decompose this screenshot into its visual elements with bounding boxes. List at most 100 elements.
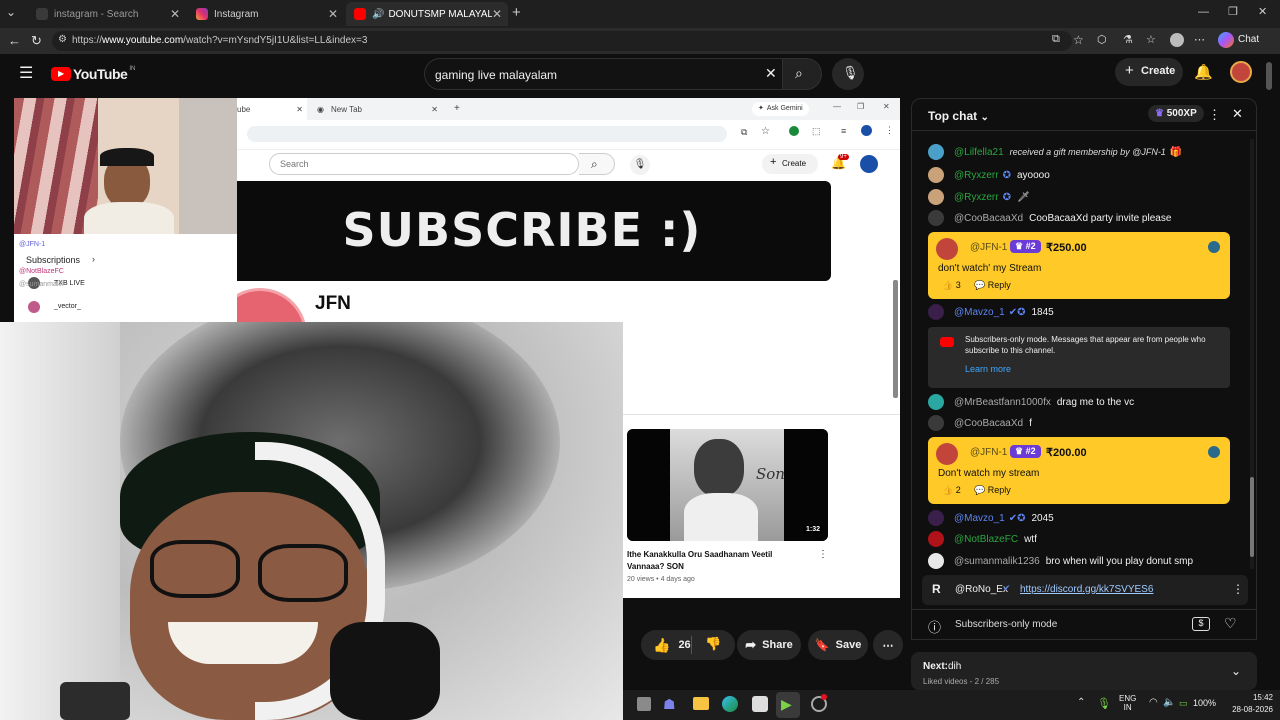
url-prefix: https:// bbox=[72, 35, 103, 46]
browser-tab-bar: ⌄ instagram - Search ✕ Instagram ✕ 🔊 DON… bbox=[0, 0, 1280, 28]
volume-icon[interactable]: 🔈 bbox=[1163, 697, 1175, 708]
super-chat-icon[interactable]: $ bbox=[1192, 617, 1210, 631]
chat-text: drag me to the vc bbox=[1056, 396, 1135, 408]
reply-button[interactable]: 💬 Reply bbox=[974, 485, 1011, 496]
super-chat-like[interactable]: 👍 2 bbox=[942, 485, 961, 496]
create-button[interactable]: + Create bbox=[1115, 58, 1183, 86]
discord-link[interactable]: https://discord.gg/kk7SVYES6 bbox=[1020, 584, 1153, 595]
tray-chevron-icon[interactable]: ⌃ bbox=[1077, 697, 1085, 708]
hamburger-menu-icon[interactable]: ☰ bbox=[19, 63, 33, 83]
chat-username[interactable]: @sumanmalik1236 bbox=[954, 556, 1040, 567]
task-view-icon[interactable] bbox=[637, 697, 651, 711]
share-button[interactable]: ➦ Share bbox=[737, 630, 801, 660]
new-tab-icon[interactable]: + bbox=[512, 4, 521, 21]
store-icon[interactable] bbox=[752, 696, 768, 712]
avatar bbox=[928, 167, 944, 183]
page-scrollbar[interactable] bbox=[1266, 62, 1272, 90]
rank-value: #2 bbox=[1025, 446, 1036, 456]
chat-username[interactable]: @Mavzo_1 bbox=[954, 513, 1005, 524]
install-app-icon[interactable]: ⧉ bbox=[1052, 33, 1060, 46]
learn-more-link[interactable]: Learn more bbox=[965, 364, 1011, 374]
tab-instagram[interactable]: Instagram ✕ bbox=[188, 2, 344, 26]
like-button[interactable]: 👍 26 👎 bbox=[641, 630, 735, 660]
chat-scrollbar[interactable] bbox=[1250, 477, 1254, 557]
avatar bbox=[928, 553, 944, 569]
subscribe-banner-text: SUBSCRIBE :) bbox=[342, 203, 702, 257]
video-meta: 20 views • 4 days ago bbox=[627, 576, 695, 583]
site-info-icon[interactable]: ⚙ bbox=[58, 34, 67, 45]
tab-youtube-active[interactable]: 🔊 DONUTSMP MALAYALAM DA ✕ bbox=[346, 2, 508, 26]
tab-list-icon[interactable]: ⌄ bbox=[6, 5, 16, 19]
expand-chevron-icon[interactable]: ⌄ bbox=[1231, 664, 1241, 678]
maximize-icon[interactable]: ❐ bbox=[1228, 5, 1238, 18]
file-explorer-icon[interactable] bbox=[693, 697, 709, 710]
favorites-icon[interactable]: ☆ bbox=[1146, 33, 1156, 46]
clock-date[interactable]: 28-08-2026 bbox=[1223, 705, 1273, 714]
reload-icon[interactable]: ↻ bbox=[31, 33, 42, 49]
close-chat-icon[interactable]: ✕ bbox=[1232, 106, 1243, 122]
url-field[interactable]: ⚙ https://www.youtube.com/watch?v=mYsndY… bbox=[52, 31, 1072, 51]
obs-app-icon[interactable]: ▶ bbox=[781, 696, 792, 713]
super-chat-username[interactable]: @JFN-1 bbox=[970, 242, 1007, 253]
search-button[interactable]: ⌕ bbox=[782, 58, 822, 90]
chat-message: @Mavzo_1 ✔✪ 1845 bbox=[928, 304, 1054, 320]
voice-search-button[interactable]: 🎙 bbox=[832, 58, 864, 90]
chat-mode-dropdown[interactable]: Top chat ⌄ bbox=[928, 109, 989, 123]
pinned-avatar-icon: R bbox=[932, 582, 941, 596]
super-chat-username[interactable]: @JFN-1 bbox=[970, 447, 1007, 458]
clock-time[interactable]: 15:42 bbox=[1235, 693, 1273, 702]
pinned-message: R @RoNo_Ex ✔ https://discord.gg/kk7SVYES… bbox=[922, 575, 1248, 605]
account-avatar[interactable] bbox=[1230, 61, 1252, 83]
minimize-icon[interactable]: — bbox=[1198, 6, 1209, 18]
heart-icon[interactable]: ♡ bbox=[1224, 615, 1237, 632]
close-tab-icon[interactable]: ✕ bbox=[328, 7, 338, 21]
chat-username[interactable]: @CooBacaaXd bbox=[954, 418, 1023, 429]
super-chat-like[interactable]: 👍 3 bbox=[942, 280, 961, 291]
thumbs-down-icon[interactable]: 👎 bbox=[705, 636, 721, 652]
like-count: 26 bbox=[678, 639, 691, 651]
playlist-next-bar[interactable]: Next: dih Liked videos - 2 / 285 ⌄ bbox=[911, 652, 1257, 690]
inner-create-button: + Create bbox=[762, 154, 818, 174]
collections-icon[interactable]: ⚗ bbox=[1123, 33, 1133, 46]
close-tab-icon[interactable]: ✕ bbox=[492, 7, 502, 21]
chat-username[interactable]: @Lilfella21 bbox=[954, 147, 1004, 158]
wifi-icon[interactable]: ◠ bbox=[1149, 697, 1158, 708]
more-menu-icon[interactable]: ⋯ bbox=[1194, 33, 1205, 46]
overlay-user: @JFN-1 bbox=[19, 241, 46, 248]
chat-text: f bbox=[1029, 417, 1032, 429]
battery-icon[interactable]: ▭ bbox=[1179, 698, 1188, 709]
chat-button-label[interactable]: Chat bbox=[1238, 34, 1259, 45]
profile-avatar-icon[interactable] bbox=[1170, 33, 1184, 47]
back-icon[interactable]: ← bbox=[8, 33, 21, 48]
chat-username[interactable]: @CooBacaaXd bbox=[954, 213, 1023, 224]
chat-username[interactable]: @Ryxzerr bbox=[954, 192, 999, 203]
window-close-icon[interactable]: ✕ bbox=[1258, 5, 1267, 18]
chat-username[interactable]: @Ryxzerr bbox=[954, 170, 999, 181]
chat-username[interactable]: @NotBlazeFC bbox=[954, 534, 1018, 545]
close-tab-icon[interactable]: ✕ bbox=[170, 7, 180, 21]
tab-instagram-search[interactable]: instagram - Search ✕ bbox=[28, 2, 186, 26]
mic-tray-icon[interactable]: 🎙 bbox=[1097, 697, 1111, 710]
clear-search-icon[interactable]: ✕ bbox=[765, 65, 777, 82]
edge-icon[interactable] bbox=[722, 696, 738, 712]
save-button[interactable]: 🔖 Save bbox=[808, 630, 868, 660]
language-indicator[interactable]: ENG IN bbox=[1119, 694, 1136, 712]
chat-username[interactable]: @Mavzo_1 bbox=[954, 307, 1005, 318]
extensions-icon[interactable]: ⬡ bbox=[1097, 33, 1107, 46]
overlay-channel-name: _vector_ bbox=[54, 303, 81, 310]
search-input[interactable]: gaming live malayalam ✕ bbox=[424, 58, 786, 90]
more-actions-button[interactable]: ⋯ bbox=[873, 630, 903, 660]
pinned-username[interactable]: @RoNo_Ex bbox=[955, 584, 1008, 595]
bookmark-star-icon[interactable]: ☆ bbox=[1073, 33, 1084, 47]
youtube-logo[interactable]: ▶ YouTube IN bbox=[51, 66, 135, 82]
pinned-more-icon[interactable]: ⋮ bbox=[1232, 582, 1244, 596]
chat-more-icon[interactable]: ⋮ bbox=[1208, 107, 1221, 123]
chat-text: bro when will you play donut smp bbox=[1045, 555, 1194, 567]
chat-username[interactable]: @MrBeastfann1000fx bbox=[954, 397, 1051, 408]
xp-badge[interactable]: ♛ 500XP bbox=[1148, 105, 1204, 122]
copilot-icon[interactable] bbox=[1218, 32, 1234, 48]
speaker-icon[interactable]: 🔊 bbox=[372, 9, 384, 20]
notifications-bell-icon[interactable]: 🔔 bbox=[1194, 63, 1213, 81]
reply-button[interactable]: 💬 Reply bbox=[974, 280, 1011, 291]
teams-icon[interactable]: ☗ bbox=[663, 696, 676, 713]
